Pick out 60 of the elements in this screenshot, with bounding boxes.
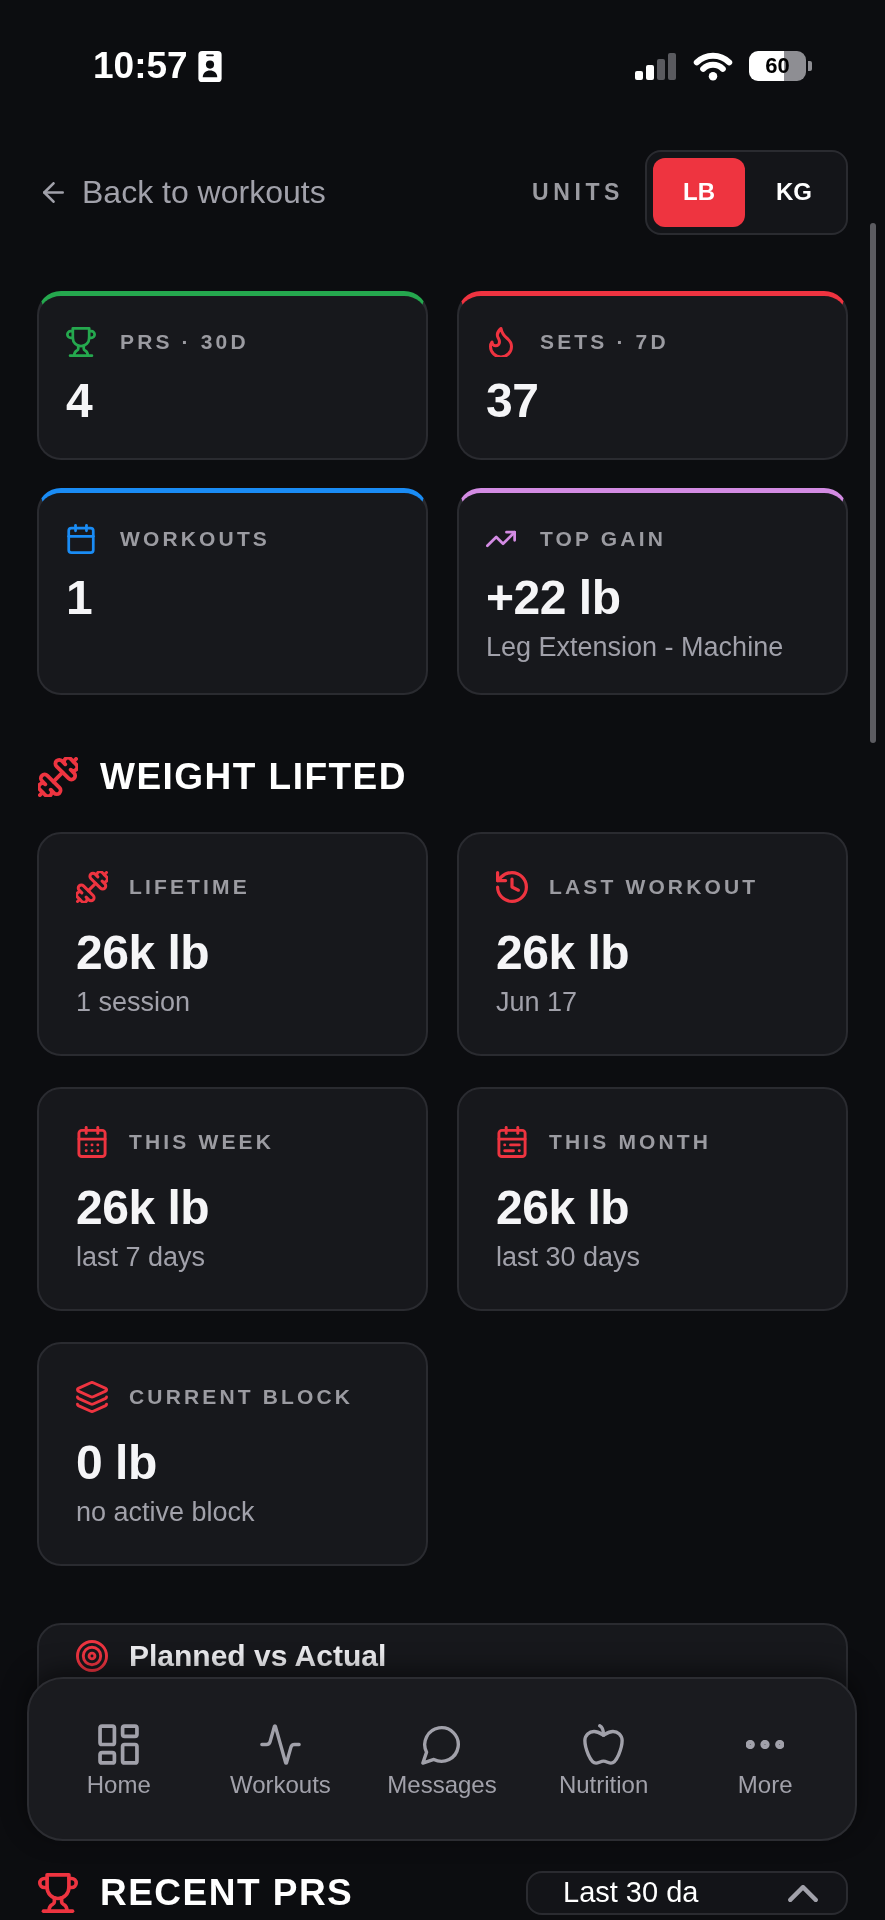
layers-icon <box>76 1381 108 1413</box>
unit-option[interactable]: KG <box>748 157 840 227</box>
flame-icon <box>486 327 516 357</box>
nav-item[interactable]: Home <box>86 1724 151 1799</box>
chevron-up-icon <box>788 1884 818 1902</box>
calendar-icon <box>66 524 96 554</box>
calendar-icon <box>76 1126 108 1158</box>
weight-value: 0 lb <box>76 1435 158 1491</box>
history-icon <box>496 871 528 903</box>
weight-subtitle: last 7 days <box>76 1241 207 1274</box>
stat-label: WORKOUTS <box>120 526 271 553</box>
weight-label: LAST WORKOUT <box>549 874 759 901</box>
nav-item[interactable]: Workouts <box>229 1724 331 1799</box>
weight-value: 26k lb <box>76 925 211 981</box>
card-title: Planned vs Actual <box>129 1639 387 1673</box>
stat-subtitle: Leg Extension - Machine <box>486 631 785 664</box>
stat-label: PRS · 30D <box>120 329 249 356</box>
stat-value: 1 <box>66 570 94 626</box>
apple-icon <box>583 1724 625 1765</box>
chat-bubble-icon <box>421 1724 463 1765</box>
weight-subtitle: last 30 days <box>496 1241 642 1274</box>
nav-item[interactable]: Nutrition <box>558 1724 649 1799</box>
wifi-icon <box>693 51 733 81</box>
grid-icon <box>98 1724 140 1765</box>
nav-item[interactable]: Messages <box>387 1724 497 1799</box>
back-link[interactable]: Back to workouts <box>43 172 326 212</box>
dumbbell-icon <box>76 871 108 903</box>
stat-label: TOP GAIN <box>540 526 666 553</box>
section-title: WEIGHT LIFTED <box>100 757 407 797</box>
weight-label: CURRENT BLOCK <box>129 1384 354 1411</box>
status-time: 10:57 <box>93 50 188 82</box>
trophy-icon <box>66 327 96 357</box>
weight-subtitle: Jun 17 <box>496 986 579 1019</box>
target-icon <box>76 1640 108 1672</box>
weight-value: 26k lb <box>496 1180 631 1236</box>
calendar-icon <box>496 1126 528 1158</box>
dumbbell-icon <box>38 757 78 797</box>
signal-icon <box>635 52 677 80</box>
range-dropdown[interactable]: Last 30 da <box>526 1871 848 1915</box>
stat-value: 4 <box>66 373 94 429</box>
stat-value: 37 <box>486 373 540 429</box>
weight-value: 26k lb <box>496 925 631 981</box>
battery-indicator: 60 <box>749 51 812 81</box>
unit-option[interactable]: LB <box>653 157 745 227</box>
stat-value: +22 lb <box>486 570 622 626</box>
weight-label: THIS MONTH <box>549 1129 712 1156</box>
nav-item[interactable]: More <box>737 1724 793 1799</box>
person-badge-icon <box>197 50 222 82</box>
section-title: RECENT PRS <box>100 1873 354 1913</box>
weight-subtitle: 1 session <box>76 986 192 1019</box>
units-label: UNITS <box>532 177 624 207</box>
scrollbar-thumb[interactable] <box>870 223 876 743</box>
more-icon <box>746 1740 785 1749</box>
stat-label: SETS · 7D <box>540 329 669 356</box>
weight-value: 26k lb <box>76 1180 211 1236</box>
weight-label: THIS WEEK <box>129 1129 275 1156</box>
weight-subtitle: no active block <box>76 1496 256 1529</box>
pulse-line-icon <box>259 1724 301 1765</box>
trophy-icon <box>38 1873 78 1913</box>
weight-label: LIFETIME <box>129 874 250 901</box>
